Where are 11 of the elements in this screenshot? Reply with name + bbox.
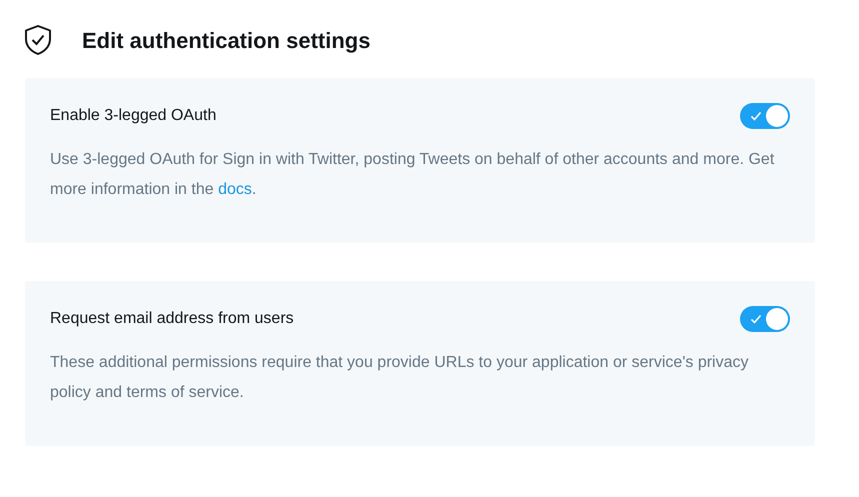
toggle-switch[interactable] bbox=[740, 103, 790, 129]
setting-title: Request email address from users bbox=[50, 309, 294, 329]
check-icon bbox=[750, 313, 762, 325]
page-title: Edit authentication settings bbox=[82, 26, 370, 55]
check-icon bbox=[750, 110, 762, 122]
shield-check-icon bbox=[24, 24, 52, 56]
setting-description: These additional permissions require that you provide URLs to your application or service's privacy policy and terms of service. bbox=[50, 353, 750, 403]
docs-link[interactable]: docs bbox=[218, 181, 252, 198]
setting-description: Use 3-legged OAuth for Sign in with Twitter, posting Tweets on behalf of other accounts and more. Get more information in the docs. bbox=[50, 150, 776, 200]
setting-title: Enable 3-legged OAuth bbox=[50, 106, 216, 126]
toggle-switch[interactable] bbox=[740, 306, 790, 332]
